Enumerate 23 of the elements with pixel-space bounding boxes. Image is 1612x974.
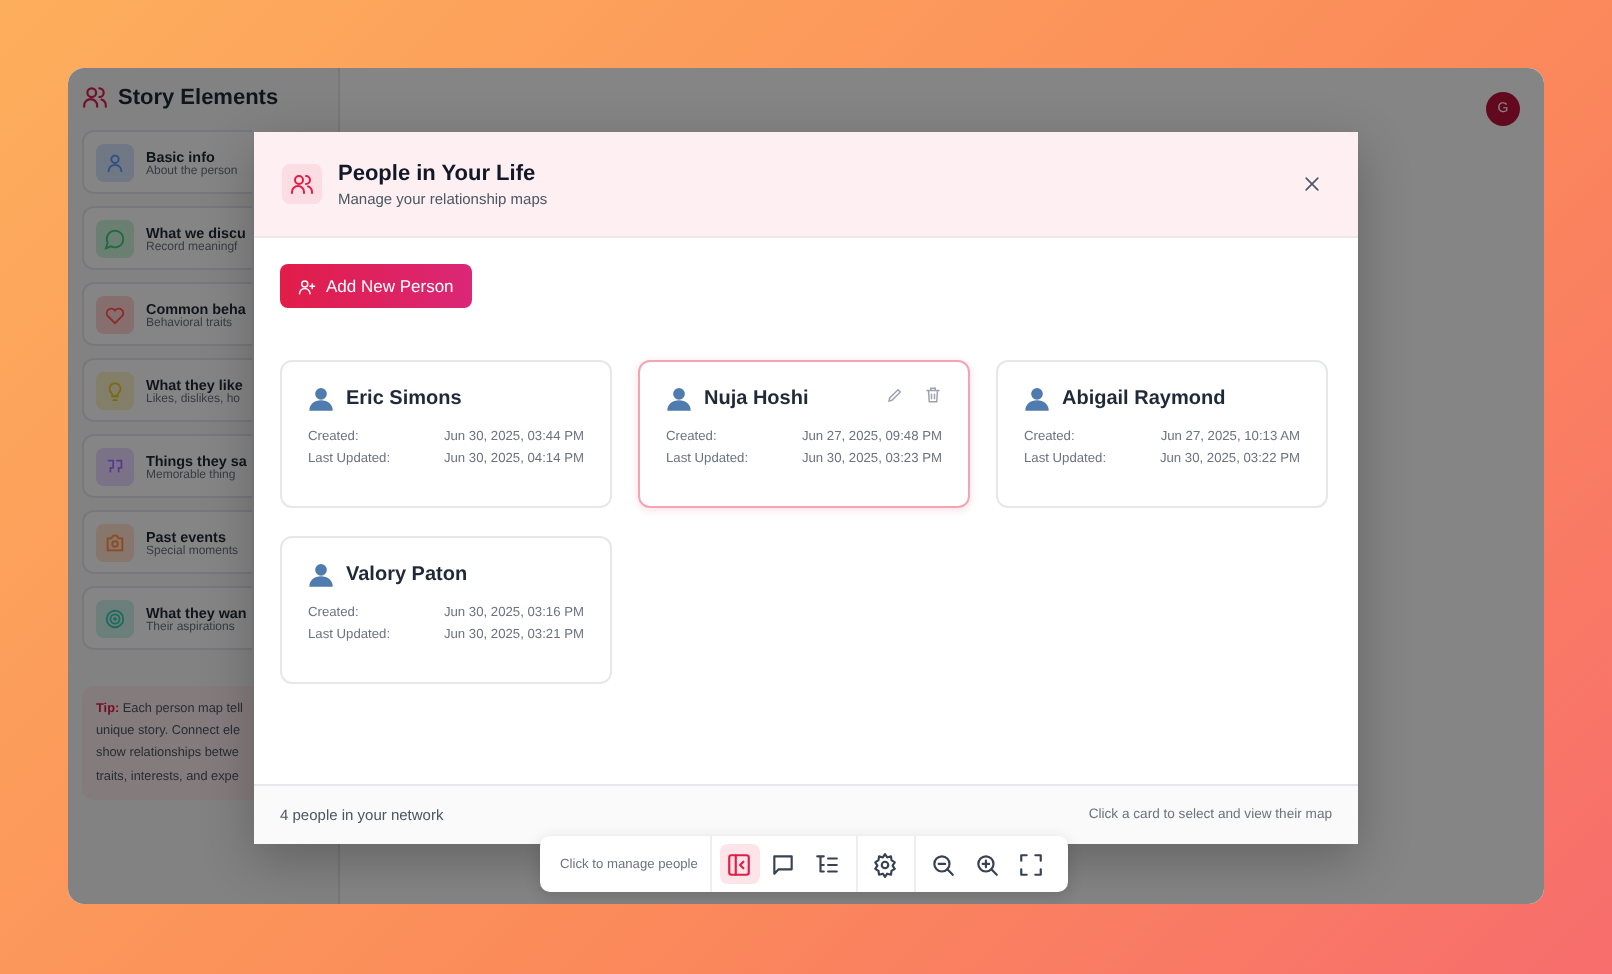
zoom-in-icon bbox=[974, 851, 1001, 877]
chat-bubble-icon bbox=[770, 851, 797, 877]
person-name: Abigail Raymond bbox=[1062, 388, 1228, 410]
person-icon bbox=[308, 562, 334, 588]
gear-icon bbox=[872, 851, 899, 877]
zoom-out-icon bbox=[930, 851, 957, 877]
people-icon bbox=[290, 172, 314, 196]
panel-icon bbox=[726, 851, 753, 877]
add-person-button[interactable]: Add New Person bbox=[280, 264, 472, 308]
sidebar-button[interactable] bbox=[719, 844, 760, 884]
expand-icon bbox=[1018, 851, 1045, 877]
people-icon bbox=[82, 84, 108, 110]
person-name: Eric Simons bbox=[346, 388, 464, 410]
close-icon[interactable] bbox=[1302, 174, 1322, 194]
sidebar-title: Story Elements bbox=[118, 85, 279, 109]
person-icon bbox=[308, 386, 334, 412]
add-person-icon bbox=[298, 277, 316, 295]
dialog-title: People in Your Life bbox=[338, 161, 538, 185]
person-name: Valory Paton bbox=[346, 564, 470, 586]
person-icon bbox=[1024, 386, 1050, 412]
person-icon bbox=[666, 386, 692, 412]
list-icon bbox=[814, 851, 841, 877]
person-name: Nuja Hoshi bbox=[704, 388, 811, 410]
